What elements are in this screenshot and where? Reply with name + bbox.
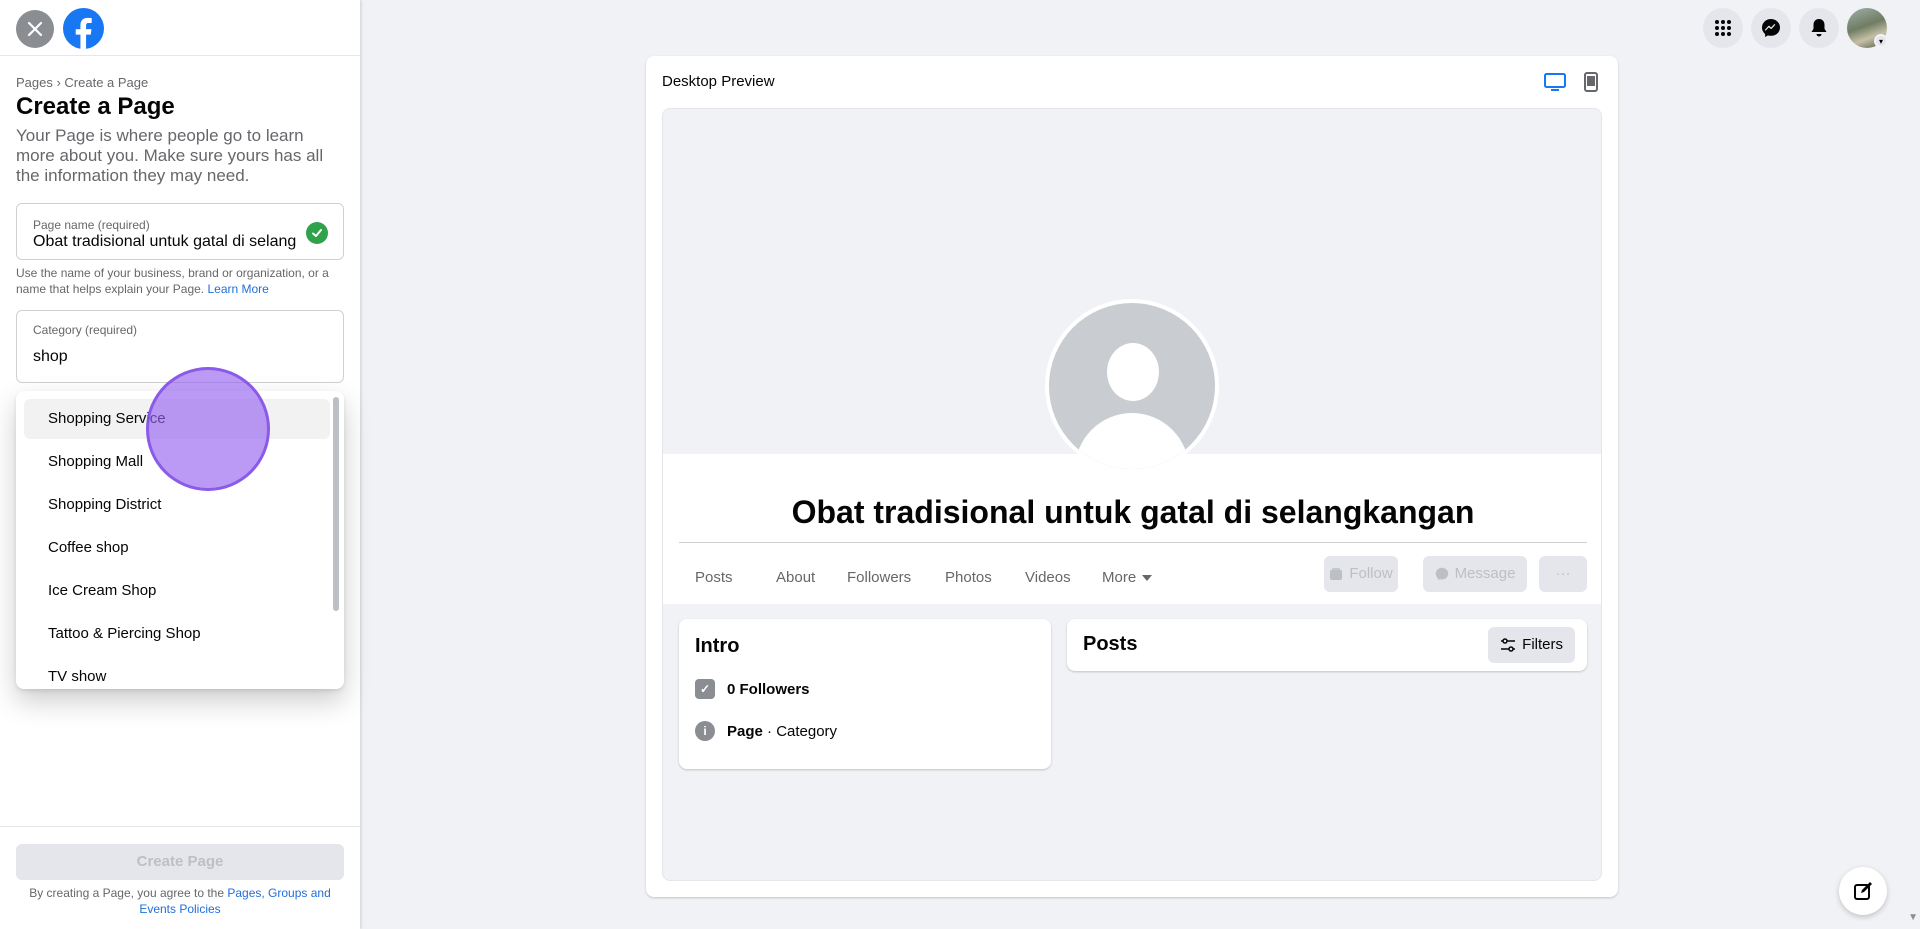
follow-icon <box>1330 568 1343 580</box>
desktop-preview-card: Desktop Preview Obat tradisional untuk g… <box>646 56 1618 897</box>
dropdown-item[interactable]: Coffee shop <box>24 528 330 568</box>
category-dropdown: Shopping Service Shopping Mall Shopping … <box>16 391 344 689</box>
preview-page-name: Obat tradisional untuk gatal di selangka… <box>791 494 1475 530</box>
page-type: Page <box>727 722 763 740</box>
follow-label: Follow <box>1349 565 1393 582</box>
preview-canvas: Obat tradisional untuk gatal di selangka… <box>662 108 1602 881</box>
page-name-hint: Use the name of your business, brand or … <box>16 265 336 297</box>
page-title: Create a Page <box>16 93 175 120</box>
preview-title: Desktop Preview <box>662 73 775 90</box>
messenger-icon <box>1435 567 1448 581</box>
menu-button[interactable] <box>1703 8 1743 48</box>
compose-icon <box>1854 882 1872 900</box>
page-name-input[interactable]: Obat tradisional untuk gatal di selang <box>33 233 303 251</box>
terms-text: By creating a Page, you agree to the Pag… <box>10 885 350 917</box>
followers-row: ✓ 0 Followers <box>695 679 810 699</box>
tab-videos[interactable]: Videos <box>1025 560 1071 596</box>
dropdown-item[interactable]: Shopping Service <box>24 399 330 439</box>
learn-more-link[interactable]: Learn More <box>207 282 268 296</box>
message-label: Message <box>1454 565 1516 582</box>
facebook-logo-icon[interactable] <box>63 8 104 49</box>
notifications-button[interactable] <box>1799 8 1839 48</box>
intro-card: Intro ✓ 0 Followers i Page · Category <box>679 619 1051 769</box>
page-name-label: Page name (required) <box>33 218 150 232</box>
dropdown-item[interactable]: Ice Cream Shop <box>24 571 330 611</box>
dropdown-item[interactable]: Shopping District <box>24 485 330 525</box>
page-description: Your Page is where people go to learn mo… <box>16 126 324 185</box>
messenger-button[interactable] <box>1751 8 1791 48</box>
mobile-view-button[interactable] <box>1579 70 1603 94</box>
posts-card: Posts Filters <box>1067 619 1587 671</box>
default-avatar-icon <box>1049 303 1215 469</box>
header-divider <box>679 542 1587 543</box>
page-name-field[interactable]: Page name (required) Obat tradisional un… <box>16 203 344 260</box>
more-options-button[interactable]: ··· <box>1539 556 1587 592</box>
tab-about[interactable]: About <box>776 560 815 596</box>
scroll-down-arrow-icon[interactable]: ▼ <box>1908 912 1918 923</box>
menu-grid-icon <box>1715 20 1731 36</box>
dropdown-item[interactable]: TV show <box>24 657 330 689</box>
sidebar-header <box>0 0 360 56</box>
close-button[interactable] <box>16 10 54 48</box>
bell-icon <box>1811 19 1827 37</box>
followers-icon: ✓ <box>695 679 715 699</box>
tab-posts[interactable]: Posts <box>695 560 733 596</box>
filters-icon <box>1501 638 1516 652</box>
dropdown-item[interactable]: Shopping Mall <box>24 442 330 482</box>
filters-button[interactable]: Filters <box>1488 627 1575 663</box>
tab-more-label: More <box>1102 569 1137 586</box>
check-icon <box>306 222 328 244</box>
tab-more[interactable]: More <box>1102 560 1153 596</box>
category-label: Category (required) <box>33 323 138 337</box>
breadcrumb[interactable]: Pages › Create a Page <box>16 75 148 90</box>
create-page-sidebar: Pages › Create a Page Create a Page Your… <box>0 0 360 929</box>
dropdown-scrollbar[interactable] <box>333 397 339 611</box>
page-category: · Category <box>762 722 838 740</box>
profile-picture <box>1045 299 1219 473</box>
tab-followers[interactable]: Followers <box>847 560 911 596</box>
new-message-button[interactable] <box>1839 867 1887 915</box>
mobile-icon <box>1584 72 1598 92</box>
close-icon <box>27 21 43 37</box>
desktop-icon <box>1544 73 1566 91</box>
category-row: i Page · Category <box>695 721 837 741</box>
intro-title: Intro <box>695 635 740 657</box>
message-button[interactable]: Message <box>1423 556 1527 592</box>
category-input[interactable]: shop <box>33 348 68 366</box>
dropdown-item[interactable]: Tattoo & Piercing Shop <box>24 614 330 654</box>
chevron-down-icon[interactable]: ▾ <box>1874 34 1888 48</box>
hint-text: Use the name of your business, brand or … <box>16 266 329 296</box>
tab-photos[interactable]: Photos <box>945 560 992 596</box>
follow-button[interactable]: Follow <box>1324 556 1398 592</box>
info-icon: i <box>695 721 715 741</box>
followers-count: 0 Followers <box>727 680 810 698</box>
filters-label: Filters <box>1522 636 1563 653</box>
terms-prefix: By creating a Page, you agree to the <box>29 886 225 900</box>
posts-title: Posts <box>1083 633 1138 655</box>
sidebar-footer: Create Page By creating a Page, you agre… <box>0 826 360 929</box>
caret-down-icon <box>1142 575 1153 582</box>
messenger-icon <box>1762 19 1780 37</box>
category-field[interactable]: Category (required) shop <box>16 310 344 383</box>
desktop-view-button[interactable] <box>1543 70 1567 94</box>
create-page-button[interactable]: Create Page <box>16 844 344 880</box>
